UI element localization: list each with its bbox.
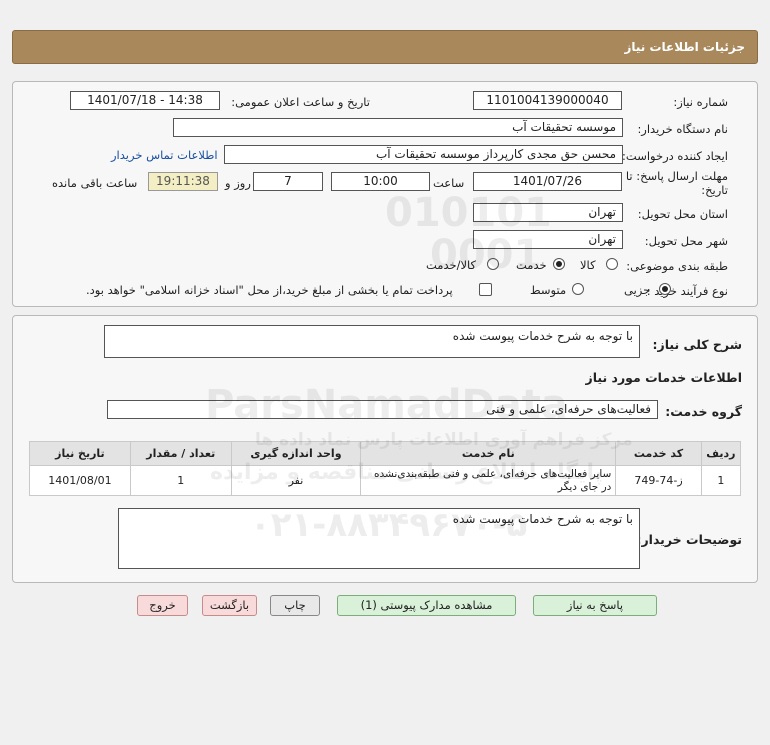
exit-button[interactable]: خروج [137,595,188,616]
remaining-label: ساعت باقی مانده [52,176,138,190]
days-label: روز و [225,176,251,190]
col-service-name: نام خدمت [360,441,617,466]
announce-label: تاریخ و ساعت اعلان عمومی: [231,95,370,109]
deadline-time-field: 10:00 [331,172,430,191]
services-heading: اطلاعات خدمات مورد نیاز [585,370,743,385]
province-label: استان محل تحویل: [637,207,728,221]
buyer-org-field: موسسه تحقیقات آب [173,118,623,137]
days-field: 7 [253,172,323,191]
deadline-date-field: 1401/07/26 [473,172,622,191]
treasury-payment-checkbox[interactable] [479,283,492,296]
remaining-time-field: 19:11:38 [148,172,218,191]
reply-button[interactable]: پاسخ به نیاز [533,595,657,616]
page-header: جزئیات اطلاعات نیاز [12,30,758,64]
deadline-label-date: تاریخ: [701,183,728,197]
category-option-service: خدمت [516,258,547,272]
deadline-label: مهلت ارسال پاسخ: تا [625,169,728,183]
print-button[interactable]: چاپ [270,595,320,616]
services-table: ردیف کد خدمت نام خدمت واحد اندازه گیری ت… [29,441,742,496]
cell-unit: نفر [230,465,362,496]
back-button[interactable]: بازگشت [202,595,257,616]
category-label: طبقه بندی موضوعی: [626,259,728,273]
province-field: تهران [473,203,623,222]
need-number-label: شماره نیاز: [673,95,728,109]
col-need-date: تاریخ نیاز [29,441,131,466]
service-group-field: فعالیت‌های حرفه‌ای، علمی و فنی [107,400,658,419]
cell-need-date: 1401/08/01 [29,465,131,496]
buyer-notes-field: با توجه به شرح خدمات پیوست شده [118,508,640,569]
cell-quantity: 1 [129,465,232,496]
cell-service-name: سایر فعالیت‌های حرفه‌ای، علمی و فنی طبقه… [360,465,617,496]
buyer-notes-label: توضیحات خریدار: [636,532,742,547]
category-option-goods-service: کالا/خدمت [426,258,477,272]
process-option-medium: متوسط [530,283,567,297]
category-radio-goods-service[interactable] [487,258,499,270]
service-group-label: گروه خدمت: [665,404,742,419]
buyer-org-label: نام دستگاه خریدار: [637,122,728,136]
need-summary-label: شرح کلی نیاز: [652,337,742,352]
announce-datetime-field: 1401/07/18 - 14:38 [70,91,220,110]
table-row: 1 ز-74-749 سایر فعالیت‌های حرفه‌ای، علمی… [29,465,742,496]
process-radio-medium[interactable] [572,283,584,295]
creator-field: محسن حق مجدی کارپرداز موسسه تحقیقات آب [224,145,623,164]
col-service-code: کد خدمت [615,441,702,466]
process-option-partial: جزیی [624,283,651,297]
cell-row-number: 1 [700,465,742,496]
col-row-number: ردیف [700,441,742,466]
cell-service-code: ز-74-749 [615,465,702,496]
col-unit: واحد اندازه گیری [230,441,362,466]
process-radio-partial[interactable] [659,283,671,295]
need-summary-field: با توجه به شرح خدمات پیوست شده [104,325,640,358]
details-panel [12,81,758,307]
view-attachments-button[interactable]: مشاهده مدارک پیوستی (1) [337,595,516,616]
table-header-row: ردیف کد خدمت نام خدمت واحد اندازه گیری ت… [29,441,742,466]
treasury-payment-note: پرداخت تمام یا بخشی از مبلغ خرید،از محل … [86,283,453,297]
buyer-contact-link[interactable]: اطلاعات تماس خریدار [111,148,218,162]
city-field: تهران [473,230,623,249]
city-label: شهر محل تحویل: [644,234,728,248]
need-number-field: 1101004139000040 [473,91,622,110]
category-option-goods: کالا [580,258,596,272]
creator-label: ایجاد کننده درخواست: [622,149,728,163]
col-quantity: تعداد / مقدار [129,441,232,466]
category-radio-goods[interactable] [606,258,618,270]
page-title: جزئیات اطلاعات نیاز [624,40,745,54]
category-radio-service[interactable] [553,258,565,270]
deadline-time-label: ساعت [433,176,465,190]
